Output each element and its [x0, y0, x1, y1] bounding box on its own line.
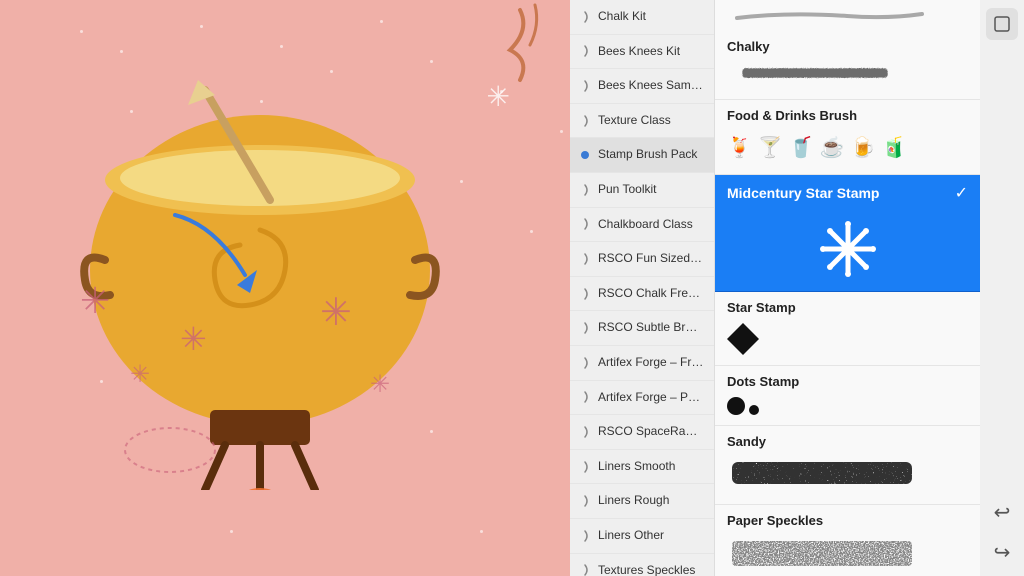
right-panel: Chalk Kit Bees Knees Kit Bees Knees Sample… — [570, 0, 1024, 576]
brush-list-item-liners-rough[interactable]: Liners Rough — [570, 484, 714, 519]
brush-list-label-rsco-chalk-freebie: RSCO Chalk Freebie — [598, 286, 711, 300]
brush-list-item-bees-knees-kit[interactable]: Bees Knees Kit — [570, 35, 714, 70]
snowflake-left: ✳ — [80, 280, 110, 322]
dots-stamp-shape — [727, 397, 968, 415]
undo-button[interactable]: ↩ — [986, 496, 1018, 528]
brush-indicator-chalk-kit — [578, 10, 592, 24]
midcentury-star-svg — [818, 219, 878, 279]
brush-list-item-artifex-free[interactable]: Artifex Forge – Free... — [570, 346, 714, 381]
star-stamp-diamond — [727, 323, 759, 355]
snowflake-center: ✳ — [180, 320, 207, 358]
dots-stamp-preview[interactable] — [715, 393, 980, 426]
brush-indicator-rsco-fun-sized — [578, 252, 592, 266]
brush-list-label-rsco-fun-sized: RSCO Fun Sized Pack — [598, 251, 714, 265]
brush-list-item-pun-toolkit[interactable]: Pun Toolkit — [570, 173, 714, 208]
redo-button[interactable]: ↪ — [986, 536, 1018, 568]
midcentury-star-preview[interactable] — [715, 211, 980, 292]
brush-list-label-rsco-spaceranger: RSCO SpaceRanger... — [598, 424, 714, 438]
brush-list-item-liners-smooth[interactable]: Liners Smooth — [570, 450, 714, 485]
dashed-circle — [120, 420, 220, 480]
brush-list-label-liners-smooth: Liners Smooth — [598, 459, 675, 473]
brush-list-item-textures-speckles[interactable]: Textures Speckles — [570, 554, 714, 576]
brush-indicator-bees-knees-kit — [578, 44, 592, 58]
right-icons-panel: ↩ ↪ — [980, 0, 1024, 576]
brush-list-item-rsco-spaceranger[interactable]: RSCO SpaceRanger... — [570, 415, 714, 450]
brush-list-item-artifex-painted[interactable]: Artifex Forge – Painte... — [570, 381, 714, 416]
paper-speckles-preview[interactable] — [715, 532, 980, 576]
brush-indicator-rsco-chalk-freebie — [578, 287, 592, 301]
brush-list-label-artifex-painted: Artifex Forge – Painte... — [598, 390, 714, 404]
brush-list-label-liners-rough: Liners Rough — [598, 493, 669, 507]
brush-list-label-bees-knees-kit: Bees Knees Kit — [598, 44, 680, 58]
brush-list-label-chalk-kit: Chalk Kit — [598, 9, 646, 23]
dots-stamp-label: Dots Stamp — [715, 366, 980, 393]
brush-indicator-bees-knees-sample — [578, 79, 592, 93]
paper-speckles-svg — [727, 536, 917, 571]
brush-indicator-liners-other — [578, 529, 592, 543]
brush-indicator-pun-toolkit — [578, 183, 592, 197]
brush-list-label-artifex-free: Artifex Forge – Free... — [598, 355, 714, 369]
brush-list-item-stamp-brush-pack[interactable]: Stamp Brush Pack — [570, 138, 714, 173]
brush-list-item-bees-knees-sample[interactable]: Bees Knees Sample — [570, 69, 714, 104]
selected-checkmark: ✓ — [955, 183, 968, 203]
brush-indicator-liners-smooth — [578, 460, 592, 474]
brush-list-item-chalkboard-class[interactable]: Chalkboard Class — [570, 208, 714, 243]
paper-speckles-label: Paper Speckles — [715, 505, 980, 532]
blue-arrow — [155, 195, 285, 305]
snowflake-small-1: ✳ — [130, 360, 150, 389]
brush-indicator-rsco-subtle-brush — [578, 321, 592, 335]
brush-list-label-pun-toolkit: Pun Toolkit — [598, 182, 656, 196]
brush-list-label-textures-speckles: Textures Speckles — [598, 563, 695, 576]
rectangle-tool-button[interactable] — [986, 8, 1018, 40]
sandy-label: Sandy — [715, 426, 980, 453]
top-stroke-area — [715, 0, 980, 31]
brush-indicator-rsco-spaceranger — [578, 425, 592, 439]
snowflake-right: ✳ — [320, 290, 352, 335]
star-stamp-label: Star Stamp — [715, 292, 980, 319]
brush-list-item-rsco-subtle-brush[interactable]: RSCO Subtle Brush K... — [570, 311, 714, 346]
food-drinks-icons: 🍹 🍸 🥤 ☕ 🍺 🧃 — [727, 131, 968, 164]
brush-list[interactable]: Chalk Kit Bees Knees Kit Bees Knees Sample… — [570, 0, 715, 576]
brush-indicator-chalkboard-class — [578, 217, 592, 231]
starburst-white: ✳ — [487, 80, 510, 113]
brush-list-label-texture-class: Texture Class — [598, 113, 671, 127]
brush-indicator-artifex-painted — [578, 390, 592, 404]
brush-list-item-rsco-fun-sized[interactable]: RSCO Fun Sized Pack — [570, 242, 714, 277]
brush-indicator-artifex-free — [578, 356, 592, 370]
brush-list-item-chalk-kit[interactable]: Chalk Kit — [570, 0, 714, 35]
brush-list-label-liners-other: Liners Other — [598, 528, 664, 542]
midcentury-star-row[interactable]: Midcentury Star Stamp ✓ — [715, 175, 980, 211]
brush-indicator-texture-class — [578, 114, 592, 128]
canvas-area: ✳ ✳ ✳ ✳ ✳ ✳ — [0, 0, 570, 576]
brush-list-item-texture-class[interactable]: Texture Class — [570, 104, 714, 139]
food-drinks-preview[interactable]: 🍹 🍸 🥤 ☕ 🍺 🧃 — [715, 127, 980, 175]
brush-list-label-bees-knees-sample: Bees Knees Sample — [598, 78, 707, 92]
brush-detail: Chalky Food & Drinks Brush 🍹 🍸 � — [715, 0, 980, 576]
brush-list-label-stamp-brush-pack: Stamp Brush Pack — [598, 147, 697, 161]
chalky-stroke-svg — [727, 62, 907, 84]
sandy-stroke-svg — [727, 457, 917, 489]
brush-list-label-rsco-subtle-brush: RSCO Subtle Brush K... — [598, 320, 714, 334]
chalky-preview[interactable] — [715, 58, 980, 100]
brush-indicator-stamp-brush-pack — [578, 148, 592, 162]
star-stamp-preview[interactable] — [715, 319, 980, 366]
sandy-preview[interactable] — [715, 453, 980, 505]
brush-list-item-liners-other[interactable]: Liners Other — [570, 519, 714, 554]
brush-list-item-rsco-chalk-freebie[interactable]: RSCO Chalk Freebie — [570, 277, 714, 312]
brush-indicator-liners-rough — [578, 494, 592, 508]
chalky-label: Chalky — [715, 31, 980, 58]
brush-indicator-textures-speckles — [578, 563, 592, 576]
food-drinks-label: Food & Drinks Brush — [715, 100, 980, 127]
midcentury-star-label: Midcentury Star Stamp — [727, 185, 879, 201]
brush-list-label-chalkboard-class: Chalkboard Class — [598, 217, 693, 231]
snowflake-small-2: ✳ — [370, 370, 390, 399]
